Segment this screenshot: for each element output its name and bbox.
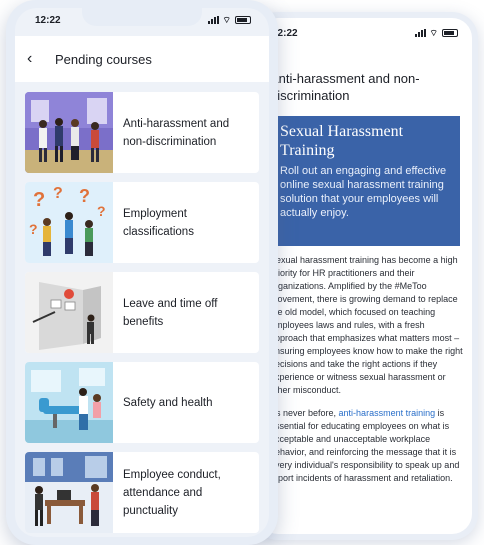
svg-text:?: ? bbox=[53, 185, 63, 202]
course-card[interactable]: Anti-harassment and non-discrimination bbox=[25, 92, 259, 173]
article-text: As never before, bbox=[270, 408, 339, 418]
svg-text:?: ? bbox=[33, 189, 45, 211]
wifi-icon: ⌔ bbox=[429, 28, 438, 38]
status-bar: 12:22 ⌔ bbox=[258, 18, 472, 48]
anti-harassment-training-link[interactable]: anti-harassment training bbox=[339, 408, 436, 418]
chevron-left-icon[interactable]: ‹ bbox=[27, 50, 41, 68]
dental-clinic-illustration bbox=[25, 362, 113, 443]
hero-subtitle: Roll out an engaging and effective onlin… bbox=[280, 165, 447, 219]
status-icons: ⌔ bbox=[207, 15, 251, 25]
hero-title: Sexual Harassment Training bbox=[280, 123, 404, 159]
article-text: is essential for educating employees on … bbox=[270, 408, 460, 483]
course-title: Employee conduct, attendance and punctua… bbox=[123, 468, 221, 517]
course-card[interactable]: ? ? ? ? ? Employment classifications bbox=[25, 182, 259, 263]
status-time: 12:22 bbox=[35, 14, 61, 26]
signal-icon bbox=[414, 29, 426, 37]
page-title: Pending courses bbox=[55, 51, 152, 67]
course-title: Leave and time off benefits bbox=[123, 297, 218, 328]
app-header: ‹ Pending courses bbox=[15, 36, 269, 82]
back-phone-frame: 12:22 ⌔ Anti-harassment and non-discrimi… bbox=[252, 12, 478, 540]
svg-text:?: ? bbox=[29, 221, 38, 237]
article-body: Sexual harassment training has become a … bbox=[270, 254, 464, 495]
hero-banner: Sexual Harassment Training Roll out an e… bbox=[270, 116, 460, 246]
course-list: Anti-harassment and non-discrimination ?… bbox=[25, 92, 259, 537]
course-card[interactable]: Employee conduct, attendance and punctua… bbox=[25, 452, 259, 533]
signal-icon bbox=[207, 16, 219, 24]
course-card[interactable]: Safety and health bbox=[25, 362, 259, 443]
status-bar: 12:22 ⌔ bbox=[15, 8, 269, 32]
svg-text:?: ? bbox=[79, 186, 90, 206]
course-title: Anti-harassment and non-discrimination bbox=[123, 117, 230, 148]
course-title: Safety and health bbox=[123, 396, 213, 409]
office-team-illustration bbox=[25, 92, 113, 173]
article-paragraph: As never before, anti-harassment trainin… bbox=[270, 407, 464, 485]
front-phone-frame: 12:22 ⌔ ‹ Pending courses Anti-harassmen… bbox=[6, 0, 278, 545]
pending-courses-screen: 12:22 ⌔ ‹ Pending courses Anti-harassmen… bbox=[15, 8, 269, 537]
battery-icon bbox=[235, 16, 251, 24]
svg-text:?: ? bbox=[97, 203, 106, 219]
battery-icon bbox=[442, 29, 458, 37]
wifi-icon: ⌔ bbox=[222, 15, 231, 25]
course-title: Employment classifications bbox=[123, 207, 194, 238]
course-card[interactable]: Leave and time off benefits bbox=[25, 272, 259, 353]
question-marks-illustration: ? ? ? ? ? bbox=[25, 182, 113, 263]
calendar-leave-illustration bbox=[25, 272, 113, 353]
course-detail-screen: 12:22 ⌔ Anti-harassment and non-discrimi… bbox=[258, 18, 472, 534]
status-icons: ⌔ bbox=[414, 28, 458, 38]
office-desk-illustration bbox=[25, 452, 113, 533]
article-paragraph: Sexual harassment training has become a … bbox=[270, 255, 463, 395]
